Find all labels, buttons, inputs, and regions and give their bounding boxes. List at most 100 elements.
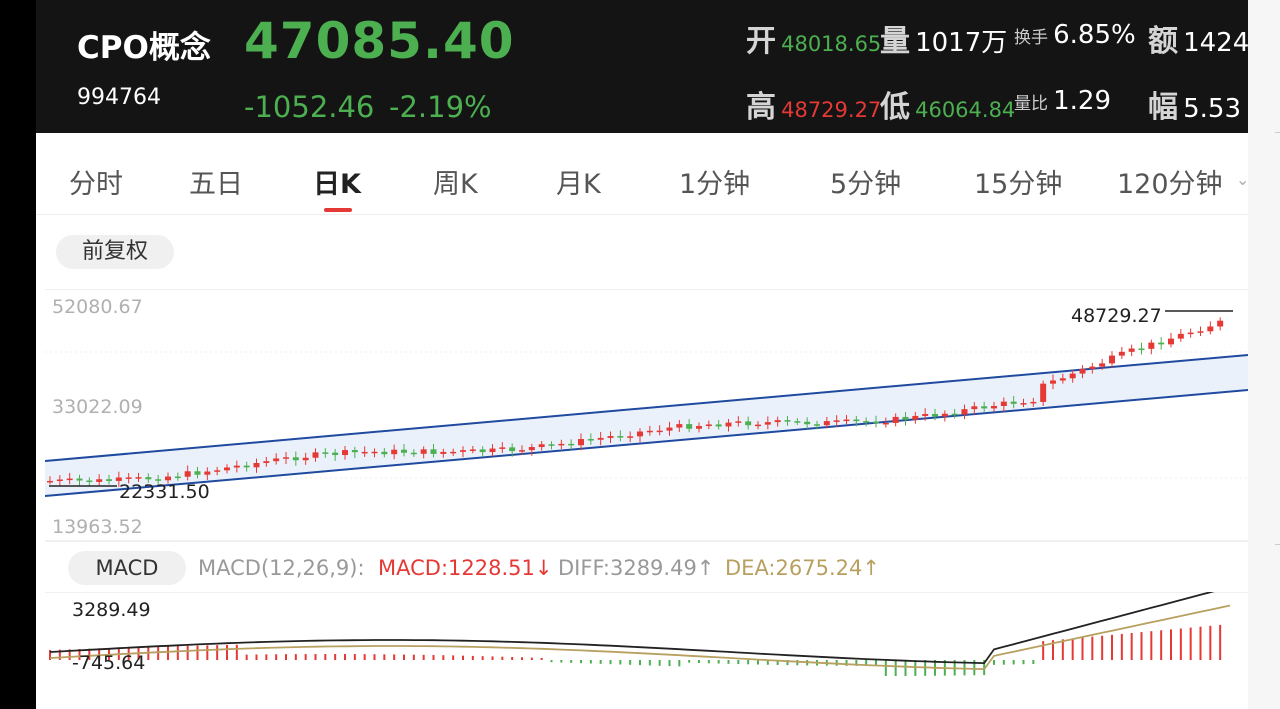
- y-label-mid: 33022.09: [52, 396, 143, 418]
- candle-body: [794, 421, 801, 423]
- candle-body: [951, 413, 958, 416]
- macd-chart[interactable]: 3289.49 -745.64: [45, 592, 1248, 692]
- candle-body: [843, 419, 850, 422]
- candle-body: [1059, 378, 1066, 381]
- macd-top-label: 3289.49: [72, 599, 151, 621]
- diff-value: DIFF:3289.49↑: [558, 556, 715, 580]
- macd-bottom-label: -745.64: [72, 652, 145, 674]
- macd-value: MACD:1228.51↓: [378, 556, 553, 580]
- low-stat: 低 46064.84: [880, 82, 1015, 126]
- candle-body: [804, 421, 811, 425]
- candle-body: [1030, 401, 1037, 404]
- candle-body: [1089, 366, 1096, 369]
- candle-body: [558, 443, 565, 446]
- candle-body: [371, 451, 378, 454]
- tab-daily-k[interactable]: 日K: [313, 162, 361, 201]
- candle-body: [637, 431, 643, 437]
- open-stat: 开 48018.65: [746, 16, 881, 60]
- candle-body: [243, 465, 250, 468]
- candle-body: [1148, 342, 1155, 349]
- right-edge: [1248, 0, 1280, 709]
- macd-button[interactable]: MACD: [68, 551, 186, 585]
- open-label: 开: [746, 24, 776, 59]
- macd-params: MACD(12,26,9):: [198, 556, 365, 580]
- candle-body: [76, 478, 83, 481]
- candle-body: [1138, 348, 1145, 351]
- candle-body: [971, 406, 978, 410]
- high-value: 48729.27: [781, 98, 882, 122]
- candle-body: [666, 427, 673, 431]
- tab-monthly-k[interactable]: 月K: [556, 162, 601, 201]
- candle-body: [597, 437, 604, 440]
- candle-body: [617, 436, 624, 438]
- candle-body: [1128, 348, 1135, 352]
- price-change: -1052.46: [244, 90, 375, 124]
- candle-body: [538, 444, 545, 448]
- candle-body: [292, 457, 299, 461]
- candle-body: [735, 421, 742, 423]
- candle-body: [401, 449, 407, 453]
- candle-body: [991, 406, 997, 409]
- candle-body: [981, 406, 988, 409]
- stock-name: CPO概念: [77, 30, 211, 66]
- candle-body: [548, 444, 555, 446]
- high-stat: 高 48729.27: [746, 82, 881, 126]
- candle-body: [853, 419, 860, 422]
- candle-body: [1010, 401, 1017, 404]
- turnover-stat: 换手 6.85%: [1014, 20, 1136, 50]
- y-label-bottom: 13963.52: [52, 516, 143, 538]
- min-price-label: 22331.50: [119, 481, 210, 503]
- tab-120min[interactable]: 120分钟: [1117, 162, 1223, 201]
- candle-body: [607, 436, 614, 438]
- candle-body: [578, 439, 584, 446]
- adjust-button[interactable]: 前复权: [56, 235, 174, 269]
- candle-body: [941, 413, 948, 417]
- candle-body: [106, 479, 112, 481]
- candle-body: [351, 450, 358, 453]
- candle-body: [1069, 373, 1076, 379]
- channel-upper: [45, 354, 1248, 462]
- candle-body: [391, 449, 398, 455]
- candle-body: [410, 452, 417, 455]
- tab-weekly-k[interactable]: 周K: [433, 162, 478, 201]
- candle-body: [1207, 326, 1214, 332]
- candle-body: [764, 422, 771, 425]
- candle-body: [932, 413, 938, 417]
- candle-body: [214, 470, 221, 472]
- tab-5min[interactable]: 5分钟: [830, 162, 901, 201]
- candle-body: [627, 436, 634, 438]
- candle-body: [125, 477, 132, 479]
- candle-body: [882, 422, 889, 425]
- stock-panel: CPO概念 994764 47085.40 -1052.46 -2.19% 开 …: [36, 0, 1248, 709]
- candle-body: [174, 476, 181, 479]
- tab-five-day[interactable]: 五日: [189, 162, 243, 201]
- candle-body: [499, 447, 506, 449]
- candle-body: [381, 451, 388, 455]
- tab-15min[interactable]: 15分钟: [974, 162, 1062, 201]
- candle-body: [312, 452, 319, 458]
- kline-chart[interactable]: 48729.27 22331.50: [45, 289, 1248, 544]
- candle-body: [263, 461, 270, 463]
- candle-body: [1050, 380, 1056, 384]
- vol-ratio-stat: 量比 1.29: [1014, 86, 1111, 116]
- candle-body: [194, 471, 201, 475]
- chevron-down-icon[interactable]: ⌄: [1236, 170, 1248, 189]
- candle-body: [1109, 355, 1115, 364]
- candle-body: [135, 477, 142, 479]
- amount-stat: 额 1424: [1148, 16, 1248, 60]
- candle-body: [1000, 401, 1007, 407]
- amount-label: 额: [1148, 24, 1178, 59]
- candle-body: [892, 416, 899, 423]
- candle-body: [440, 451, 447, 454]
- dea-value: DEA:2675.24↑: [725, 556, 880, 580]
- turnover-value: 6.85%: [1053, 20, 1136, 50]
- candle-body: [361, 451, 368, 454]
- tab-intraday[interactable]: 分时: [69, 162, 123, 201]
- candle-body: [66, 478, 73, 481]
- candle-body: [342, 450, 348, 456]
- candle-body: [86, 480, 93, 483]
- low-label: 低: [880, 90, 910, 125]
- tab-1min[interactable]: 1分钟: [679, 162, 750, 201]
- amount-value: 1424: [1183, 28, 1248, 58]
- candle-body: [420, 449, 427, 454]
